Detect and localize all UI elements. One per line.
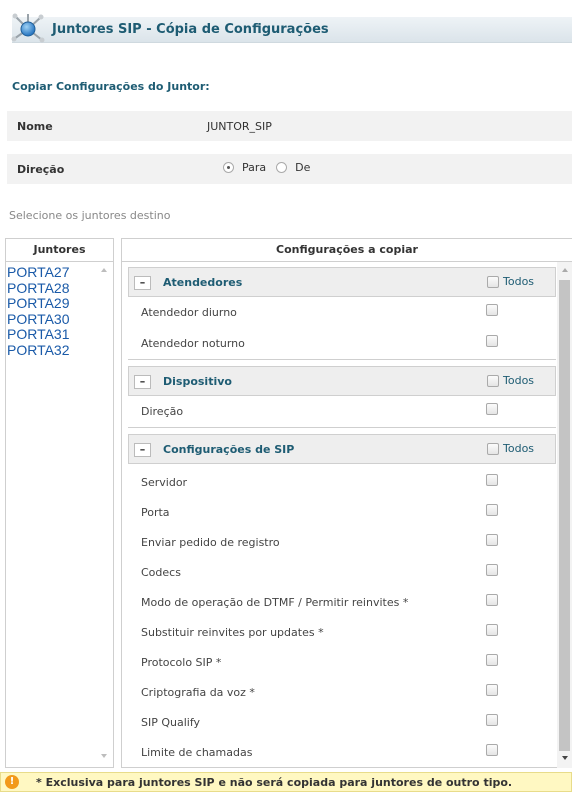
todos-checkbox[interactable] [487, 275, 499, 288]
footer-note-text: * Exclusiva para juntores SIP e não será… [36, 776, 513, 789]
config-header: Configurações a copiar [122, 239, 572, 262]
config-item-checkbox[interactable] [486, 594, 498, 606]
config-item-label: Protocolo SIP * [141, 656, 222, 669]
juntores-panel: Juntores PORTA27 PORTA28 PORTA29 PORTA30… [5, 238, 114, 768]
todos-label[interactable]: Todos [503, 374, 534, 387]
config-scrollbar[interactable] [557, 262, 572, 768]
todos-label[interactable]: Todos [503, 275, 534, 288]
config-item-row: Substituir reinvites por updates * [128, 617, 556, 647]
config-item-label: Limite de chamadas [141, 746, 253, 759]
direcao-label: Direção [17, 163, 65, 176]
todos-checkbox[interactable] [487, 442, 499, 455]
juntores-list: PORTA27 PORTA28 PORTA29 PORTA30 PORTA31 … [7, 264, 70, 359]
juntor-item[interactable]: PORTA27 [7, 264, 70, 281]
radio-para[interactable] [223, 162, 234, 173]
scroll-down-icon[interactable] [101, 754, 107, 758]
config-item-row: Codecs [128, 557, 556, 587]
config-item-row: Enviar pedido de registro [128, 527, 556, 557]
juntor-item[interactable]: PORTA29 [7, 296, 70, 312]
footer-note: ! * Exclusiva para juntores SIP e não se… [0, 772, 572, 792]
config-item-checkbox[interactable] [486, 744, 498, 756]
radio-de-label[interactable]: De [295, 161, 310, 174]
config-item-label: Substituir reinvites por updates * [141, 626, 324, 639]
config-item-label: Porta [141, 506, 170, 519]
config-item-row: Protocolo SIP * [128, 647, 556, 677]
config-item-checkbox[interactable] [486, 335, 498, 347]
scroll-up-icon[interactable] [101, 268, 107, 272]
config-item-row: Direção [128, 396, 556, 426]
nome-row: Nome JUNTOR_SIP [7, 111, 572, 141]
config-panel: Configurações a copiar – Atendedores Tod… [121, 238, 572, 768]
config-item-checkbox[interactable] [486, 534, 498, 546]
todos-toggle[interactable]: Todos [487, 442, 534, 455]
todos-toggle[interactable]: Todos [487, 374, 534, 387]
config-item-row: Limite de chamadas [128, 737, 556, 767]
config-item-checkbox[interactable] [486, 474, 498, 486]
config-item-label: SIP Qualify [141, 716, 201, 729]
page-title: Juntores SIP - Cópia de Configurações [52, 22, 329, 37]
direction-radio-group: Para De [223, 161, 320, 174]
select-hint: Selecione os juntores destino [9, 209, 171, 222]
nome-value: JUNTOR_SIP [207, 120, 272, 133]
juntor-item[interactable]: PORTA30 [7, 311, 70, 328]
group-divider [128, 359, 556, 360]
config-item-checkbox[interactable] [486, 304, 498, 316]
config-item-label: Atendedor diurno [141, 306, 237, 319]
scroll-up-icon[interactable] [562, 268, 568, 272]
juntor-item[interactable]: PORTA32 [7, 342, 70, 359]
config-item-label: Atendedor noturno [141, 337, 245, 350]
config-item-checkbox[interactable] [486, 714, 498, 726]
config-item-checkbox[interactable] [486, 654, 498, 666]
config-item-row: Modo de operação de DTMF / Permitir rein… [128, 587, 556, 617]
group-title: Configurações de SIP [163, 443, 295, 456]
radio-para-label[interactable]: Para [242, 161, 266, 174]
config-item-label: Servidor [141, 476, 188, 489]
juntor-item[interactable]: PORTA28 [7, 280, 70, 297]
config-item-row: Atendedor diurno [128, 297, 556, 327]
collapse-button[interactable]: – [134, 276, 151, 290]
juntores-scrollbar[interactable] [97, 262, 112, 766]
group-header-dispositivo: – Dispositivo Todos [128, 366, 556, 396]
group-title: Atendedores [163, 276, 243, 289]
group-divider [128, 427, 556, 428]
collapse-button[interactable]: – [134, 375, 151, 389]
group-header-sip: – Configurações de SIP Todos [128, 434, 556, 464]
juntores-header: Juntores [6, 239, 113, 262]
config-item-checkbox[interactable] [486, 564, 498, 576]
config-item-row: SIP Qualify [128, 707, 556, 737]
todos-label[interactable]: Todos [503, 442, 534, 455]
scroll-down-icon[interactable] [562, 756, 568, 760]
config-item-checkbox[interactable] [486, 403, 498, 415]
config-item-label: Modo de operação de DTMF / Permitir rein… [141, 596, 409, 609]
config-item-label: Enviar pedido de registro [141, 536, 280, 549]
collapse-button[interactable]: – [134, 443, 151, 457]
nome-label: Nome [17, 120, 53, 133]
juntor-item[interactable]: PORTA31 [7, 327, 70, 343]
config-item-row: Servidor [128, 467, 556, 497]
page-header: Juntores SIP - Cópia de Configurações [0, 12, 572, 46]
config-item-row: Atendedor noturno [128, 328, 556, 358]
config-item-row: Porta [128, 497, 556, 527]
direcao-row: Direção Para De [7, 154, 572, 184]
todos-toggle[interactable]: Todos [487, 275, 534, 288]
group-header-atendedores: – Atendedores Todos [128, 267, 556, 297]
scrollbar-thumb[interactable] [559, 280, 570, 751]
config-item-checkbox[interactable] [486, 684, 498, 696]
config-item-label: Codecs [141, 566, 181, 579]
warning-icon: ! [5, 775, 19, 789]
todos-checkbox[interactable] [487, 374, 499, 387]
config-item-checkbox[interactable] [486, 624, 498, 636]
network-node-icon [11, 13, 45, 43]
config-item-row: Criptografia da voz * [128, 677, 556, 707]
section-title: Copiar Configurações do Juntor: [12, 80, 210, 93]
radio-de[interactable] [276, 162, 288, 173]
config-item-label: Criptografia da voz * [141, 686, 255, 699]
config-item-checkbox[interactable] [486, 504, 498, 516]
group-title: Dispositivo [163, 375, 232, 388]
config-item-label: Direção [141, 405, 184, 418]
